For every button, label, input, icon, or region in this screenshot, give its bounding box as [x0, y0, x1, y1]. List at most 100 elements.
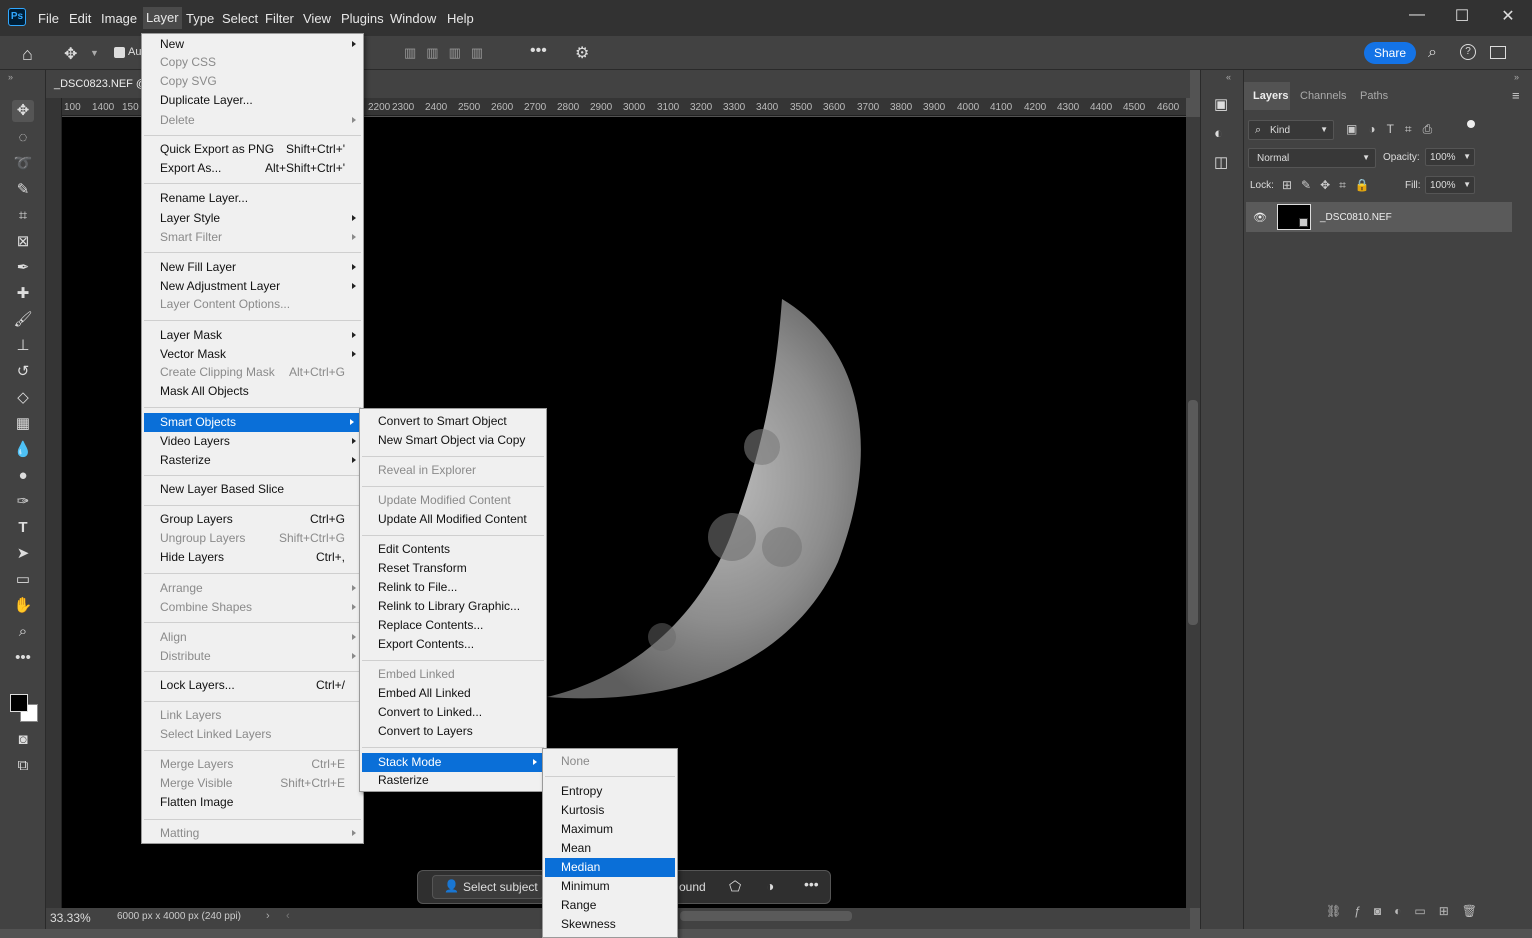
marquee-tool-icon[interactable]: ◌ [12, 127, 34, 149]
menu-item-mean[interactable]: Mean [543, 839, 677, 858]
type-tool-icon[interactable]: T [12, 517, 34, 539]
menu-item-video-layers[interactable]: Video Layers [142, 432, 363, 451]
brush-tool-icon[interactable]: 🖌 [12, 309, 34, 331]
menu-item-median[interactable]: Median [545, 858, 675, 877]
tab-paths[interactable]: Paths [1360, 90, 1388, 102]
blend-mode-select[interactable]: Normal ▼ [1248, 148, 1376, 168]
menu-view[interactable]: View [303, 11, 331, 26]
share-button[interactable]: Share [1364, 42, 1416, 64]
menu-item-rasterize[interactable]: Rasterize [360, 771, 546, 790]
crop-tool-icon[interactable]: ⌗ [12, 205, 34, 227]
menu-item-rename-layer[interactable]: Rename Layer... [142, 189, 363, 208]
document-info[interactable]: 6000 px x 4000 px (240 ppi) [117, 911, 241, 922]
menu-window[interactable]: Window [390, 11, 436, 26]
lock-icons[interactable]: ⊞✎✥⌗🔒 [1282, 178, 1379, 193]
gradient-tool-icon[interactable]: ▦ [12, 413, 34, 435]
menu-item-export-contents[interactable]: Export Contents... [360, 635, 546, 654]
menu-item-maximum[interactable]: Maximum [543, 820, 677, 839]
menu-item-stack-mode[interactable]: Stack Mode [362, 753, 544, 772]
filter-icons[interactable]: ▣◑T⌗⎙ [1346, 122, 1443, 137]
horizontal-scrollbar-thumb[interactable] [680, 911, 852, 921]
lasso-tool-icon[interactable]: ➰ [12, 153, 34, 175]
menu-item-mask-all-objects[interactable]: Mask All Objects [142, 382, 363, 401]
transform-icon[interactable]: ⬠ [729, 878, 741, 895]
menu-item-kurtosis[interactable]: Kurtosis [543, 801, 677, 820]
menu-item-new-layer-based-slice[interactable]: New Layer Based Slice [142, 480, 363, 499]
menu-help[interactable]: Help [447, 11, 474, 26]
move-tool-icon[interactable]: ✥ [12, 100, 34, 122]
menu-item-replace-contents[interactable]: Replace Contents... [360, 616, 546, 635]
document-tab[interactable]: _DSC0823.NEF @ [54, 78, 147, 90]
chevron-down-icon[interactable]: ▼ [90, 48, 99, 58]
eye-icon[interactable]: 👁 [1253, 211, 1267, 224]
layer-name[interactable]: _DSC0810.NEF [1320, 212, 1392, 223]
quick-select-tool-icon[interactable]: ✎ [12, 179, 34, 201]
menu-item-reset-transform[interactable]: Reset Transform [360, 559, 546, 578]
menu-plugins[interactable]: Plugins [341, 11, 384, 26]
blur-tool-icon[interactable]: 💧 [12, 439, 34, 461]
menu-file[interactable]: File [38, 11, 59, 26]
menu-item-flatten-image[interactable]: Flatten Image [142, 793, 363, 812]
menu-item-convert-to-smart-object[interactable]: Convert to Smart Object [360, 412, 546, 431]
menu-item-convert-to-layers[interactable]: Convert to Layers [360, 722, 546, 741]
menu-item-duplicate-layer[interactable]: Duplicate Layer... [142, 91, 363, 110]
libraries-icon[interactable]: ▣ [1214, 95, 1228, 113]
tab-channels[interactable]: Channels [1300, 90, 1346, 102]
menu-item-export-as[interactable]: Export As... Alt+Shift+Ctrl+' [142, 159, 363, 178]
panel-menu-icon[interactable]: ≡ [1512, 88, 1520, 103]
properties-icon[interactable]: ◫ [1214, 153, 1228, 171]
menu-edit[interactable]: Edit [69, 11, 91, 26]
minimize-button[interactable]: — [1407, 6, 1427, 24]
menu-item-quick-export-as-png[interactable]: Quick Export as PNG Shift+Ctrl+' [142, 140, 363, 159]
move-tool-icon[interactable]: ✥ [64, 44, 77, 64]
menu-item-new-adjustment-layer[interactable]: New Adjustment Layer [142, 277, 363, 296]
home-icon[interactable]: ⌂ [22, 44, 33, 65]
screen-mode-icon[interactable]: ⧉ [12, 755, 34, 777]
menu-item-group-layers[interactable]: Group Layers Ctrl+G [142, 510, 363, 529]
menu-item-update-all-modified-content[interactable]: Update All Modified Content [360, 510, 546, 529]
opacity-input[interactable]: 100% ▼ [1425, 148, 1475, 166]
more-tools-icon[interactable]: ••• [12, 647, 34, 669]
scrollbar-thumb[interactable] [1188, 400, 1198, 625]
menu-select[interactable]: Select [222, 11, 258, 26]
auto-select-checkbox[interactable] [114, 47, 125, 58]
search-icon[interactable]: ⌕ [1428, 44, 1437, 62]
menu-item-relink-to-library-graphic[interactable]: Relink to Library Graphic... [360, 597, 546, 616]
menu-item-new-smart-object-via-copy[interactable]: New Smart Object via Copy [360, 431, 546, 450]
layer-actions-icons[interactable]: ⛓ƒ◙◐▭⊞🗑 [1326, 904, 1490, 918]
menu-item-rasterize[interactable]: Rasterize [142, 451, 363, 470]
menu-item-embed-all-linked[interactable]: Embed All Linked [360, 684, 546, 703]
remove-background-label[interactable]: ound [679, 880, 706, 894]
chevron-right-icon[interactable]: › [266, 910, 270, 922]
collapse-icon[interactable]: « [1226, 72, 1231, 82]
more-options-icon[interactable]: ••• [530, 42, 547, 60]
menu-item-new-fill-layer[interactable]: New Fill Layer [142, 258, 363, 277]
help-icon[interactable]: ? [1460, 44, 1476, 60]
adjustment-icon[interactable]: ◑ [766, 878, 774, 894]
menu-layer[interactable]: Layer [143, 7, 182, 29]
menu-item-minimum[interactable]: Minimum [543, 877, 677, 896]
stamp-tool-icon[interactable]: ⊥ [12, 335, 34, 357]
hand-tool-icon[interactable]: ✋ [12, 595, 34, 617]
rectangle-tool-icon[interactable]: ▭ [12, 569, 34, 591]
filter-toggle[interactable] [1467, 120, 1475, 128]
menu-item-entropy[interactable]: Entropy [543, 782, 677, 801]
menu-image[interactable]: Image [101, 11, 137, 26]
menu-item-new[interactable]: New [142, 35, 363, 54]
menu-type[interactable]: Type [186, 11, 214, 26]
foreground-color-swatch[interactable] [10, 694, 28, 712]
menu-item-range[interactable]: Range [543, 896, 677, 915]
workspace-icon[interactable] [1490, 46, 1506, 59]
history-brush-tool-icon[interactable]: ↺ [12, 361, 34, 383]
tab-layers[interactable]: Layers [1253, 90, 1288, 102]
menu-item-layer-mask[interactable]: Layer Mask [142, 326, 363, 345]
menu-filter[interactable]: Filter [265, 11, 294, 26]
menu-item-hide-layers[interactable]: Hide Layers Ctrl+, [142, 548, 363, 567]
frame-tool-icon[interactable]: ⊠ [12, 231, 34, 253]
menu-item-layer-style[interactable]: Layer Style [142, 209, 363, 228]
menu-item-smart-objects[interactable]: Smart Objects [144, 413, 361, 432]
close-button[interactable]: ✕ [1498, 6, 1518, 26]
path-select-tool-icon[interactable]: ➤ [12, 543, 34, 565]
zoom-level[interactable]: 33.33% [50, 911, 91, 925]
filter-kind-select[interactable]: ⌕ Kind ▼ [1248, 120, 1334, 140]
